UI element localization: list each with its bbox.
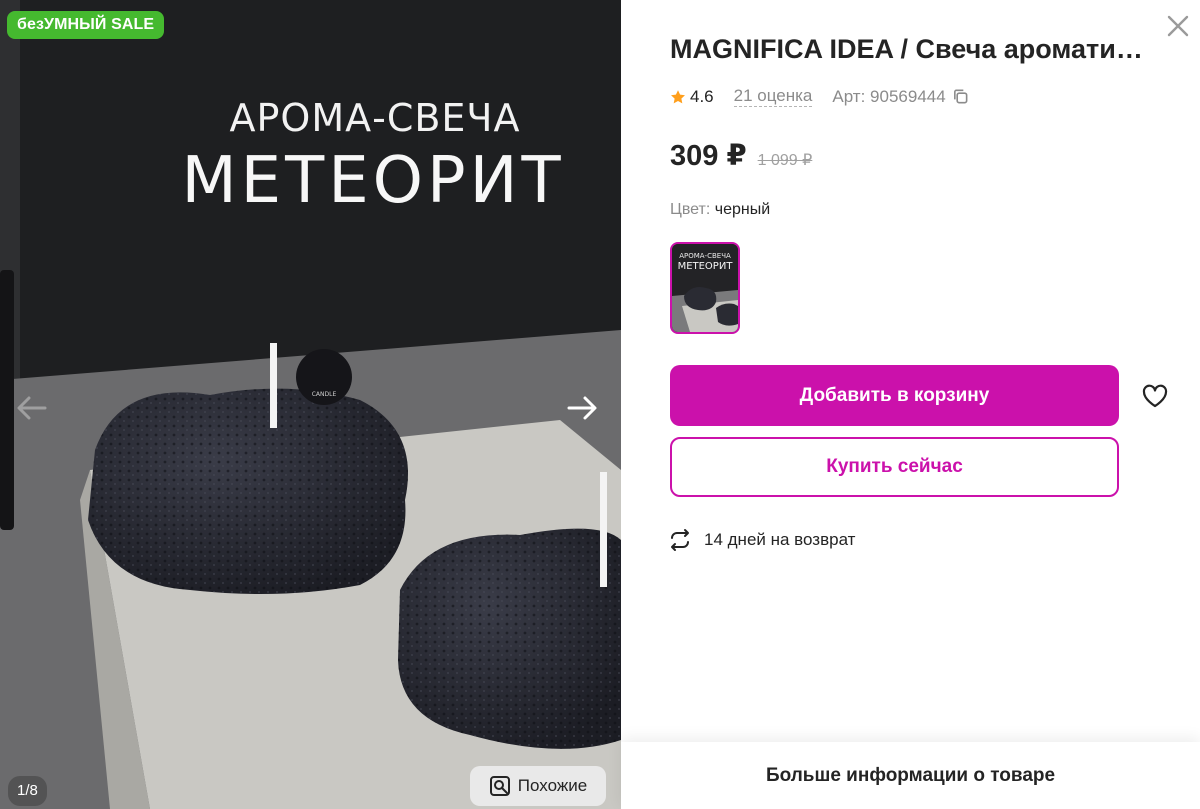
close-icon bbox=[1167, 15, 1189, 37]
close-button[interactable] bbox=[1165, 13, 1191, 39]
image-title-line2: МЕТЕОРИТ bbox=[181, 144, 565, 218]
color-value: черный bbox=[714, 201, 771, 218]
svg-text:CANDLE: CANDLE bbox=[312, 391, 337, 398]
next-image-button[interactable] bbox=[562, 388, 602, 428]
return-arrows-icon bbox=[671, 529, 689, 551]
prev-image-button[interactable] bbox=[12, 388, 52, 428]
return-info: 14 дней на возврат bbox=[668, 528, 855, 552]
search-image-icon bbox=[489, 776, 510, 796]
price-row: 309 ₽ 1 099 ₽ bbox=[670, 138, 812, 173]
swatch-title-line1: АРОМА-СВЕЧА bbox=[679, 252, 731, 260]
color-row: Цвет: черный bbox=[670, 201, 770, 219]
image-title-line1: АРОМА-СВЕЧА bbox=[229, 96, 521, 140]
product-title: MAGNIFICA IDEA / Свеча ароматическая bbox=[670, 34, 1150, 64]
similar-button[interactable]: Похожие bbox=[470, 766, 606, 806]
buy-now-button[interactable]: Купить сейчас bbox=[670, 437, 1119, 497]
favorite-button[interactable] bbox=[1140, 381, 1170, 411]
rating-value: 4.6 bbox=[690, 86, 714, 106]
color-label: Цвет: bbox=[670, 201, 711, 218]
sale-badge: безУМНЫЙ SALE bbox=[7, 11, 165, 39]
product-gallery[interactable]: CANDLE безУМНЫЙ SALE АРОМА-СВЕЧА МЕТЕОРИ… bbox=[0, 0, 621, 809]
product-panel: MAGNIFICA IDEA / Свеча ароматическая 4.6… bbox=[621, 0, 1200, 809]
arrow-left-icon bbox=[17, 396, 47, 420]
image-counter: 1/8 bbox=[8, 776, 47, 806]
arrow-right-icon bbox=[567, 396, 597, 420]
old-price: 1 099 ₽ bbox=[757, 152, 813, 169]
add-to-cart-button[interactable]: Добавить в корзину bbox=[670, 365, 1119, 426]
reviews-link[interactable]: 21 оценка bbox=[733, 86, 813, 107]
article-text: Арт: 90569444 bbox=[832, 86, 946, 106]
article-number[interactable]: Арт: 90569444 bbox=[832, 87, 968, 107]
return-text: 14 дней на возврат bbox=[704, 530, 856, 549]
similar-label: Похожие bbox=[517, 776, 588, 795]
more-info-button[interactable]: Больше информации о товаре bbox=[621, 742, 1200, 809]
color-swatch[interactable]: АРОМА-СВЕЧА МЕТЕОРИТ bbox=[670, 242, 740, 334]
star-icon bbox=[671, 89, 685, 103]
swatch-title-line2: МЕТЕОРИТ bbox=[677, 261, 733, 272]
copy-icon[interactable] bbox=[952, 88, 969, 105]
heart-icon bbox=[1142, 384, 1168, 408]
product-meta: 4.6 21 оценка Арт: 90569444 bbox=[670, 86, 969, 107]
rating: 4.6 bbox=[670, 87, 714, 107]
current-price: 309 ₽ bbox=[670, 140, 747, 172]
